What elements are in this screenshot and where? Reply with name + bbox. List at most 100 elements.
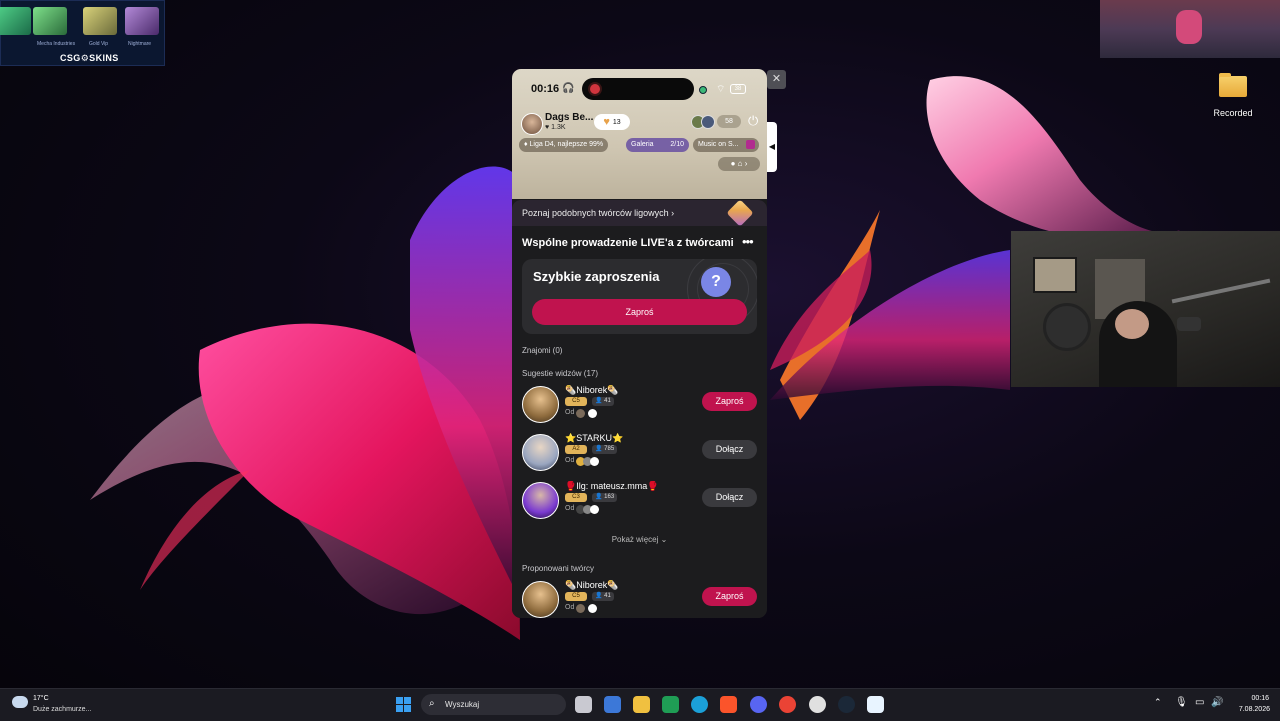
quick-invite-card: Szybkie zaproszenia ? Zaproś bbox=[522, 259, 757, 334]
user-avatar[interactable] bbox=[522, 581, 559, 618]
start-button[interactable] bbox=[396, 697, 411, 712]
follower-count: 👤 41 bbox=[592, 592, 614, 601]
record-icon bbox=[590, 84, 600, 94]
microphone-icon[interactable]: 🎙 bbox=[1175, 697, 1188, 708]
mic-arm bbox=[1171, 278, 1271, 304]
show-more-link[interactable]: Pokaż więcej ⌄ bbox=[512, 535, 767, 544]
viewer-avatar bbox=[701, 115, 715, 129]
viewer-count[interactable]: 58 bbox=[717, 115, 741, 128]
power-icon[interactable]: ⏻ bbox=[748, 113, 758, 129]
steam-icon[interactable] bbox=[838, 696, 855, 713]
chrome-icon[interactable] bbox=[779, 696, 796, 713]
join-button[interactable]: Dołącz bbox=[702, 440, 757, 459]
proposed-creators-label: Proponowani twórcy bbox=[522, 564, 595, 573]
join-button[interactable]: Dołącz bbox=[702, 488, 757, 507]
file-explorer-icon[interactable] bbox=[633, 696, 650, 713]
controls-pill[interactable]: ● ⌂ › bbox=[718, 157, 760, 171]
from-label: Od bbox=[565, 457, 575, 464]
user-avatar[interactable] bbox=[522, 386, 559, 423]
csgo-skins-logo: CSG⚙SKINS bbox=[60, 53, 119, 63]
follower-count: 👤 785 bbox=[592, 445, 618, 454]
discover-creators-bar[interactable]: Poznaj podobnych twórców ligowych › bbox=[512, 199, 767, 227]
live-preview: 00:16 🎧 ⌔ 38 Dags Be... ♥ 1.3K ♥ 13 58 ⏻ … bbox=[512, 69, 767, 199]
host-followers: ♥ 1.3K bbox=[545, 124, 566, 131]
weather-description[interactable]: Duże zachmurze... bbox=[33, 706, 91, 713]
user-name: 🌯Niborek🌯 bbox=[565, 385, 619, 395]
more-options-icon[interactable]: ••• bbox=[742, 234, 754, 249]
list-item: ⭐STARKU⭐ A2 👤 785 Od Dołącz bbox=[522, 432, 757, 472]
user-name: ⭐STARKU⭐ bbox=[565, 433, 624, 443]
quick-invite-title: Szybkie zaproszenia bbox=[533, 269, 660, 284]
skin-label: Nightmare bbox=[128, 41, 152, 47]
like-badge[interactable]: ♥ 13 bbox=[594, 114, 630, 130]
store-icon[interactable] bbox=[604, 696, 621, 713]
folder-icon bbox=[1219, 73, 1247, 97]
level-badge: C5 bbox=[565, 397, 587, 406]
invite-button[interactable]: Zaproś bbox=[532, 299, 747, 325]
person-face bbox=[1115, 309, 1149, 339]
list-item: 🥊Ilg: mateusz.mma🥊 C3 👤 163 Od Dołącz bbox=[522, 480, 757, 520]
battery-icon: 38 bbox=[730, 84, 746, 94]
follower-count-value: 41 bbox=[604, 593, 611, 599]
invite-button[interactable]: Zaproś bbox=[702, 392, 757, 411]
collapse-panel-icon[interactable]: ◀ bbox=[767, 122, 777, 172]
live-studio-icon[interactable] bbox=[867, 696, 884, 713]
user-avatar[interactable] bbox=[522, 482, 559, 519]
follower-count-value: 41 bbox=[604, 398, 611, 404]
search-input[interactable]: ⌕ Wyszukaj bbox=[421, 694, 566, 715]
brave-icon[interactable] bbox=[720, 696, 737, 713]
viewer-avatars[interactable] bbox=[691, 115, 717, 129]
excel-icon[interactable] bbox=[662, 696, 679, 713]
clock-time[interactable]: 00:16 bbox=[1245, 695, 1269, 702]
edge-icon[interactable] bbox=[691, 696, 708, 713]
from-label: Od bbox=[565, 604, 575, 611]
discover-label: Poznaj podobnych twórców ligowych › bbox=[522, 208, 675, 218]
from-label: Od bbox=[565, 409, 575, 416]
dynamic-island bbox=[582, 78, 694, 100]
list-item: 🌯Niborek🌯 C5 👤 41 Od Zaproś bbox=[522, 384, 757, 424]
chevron-up-icon[interactable]: ⌃ bbox=[1154, 697, 1162, 708]
skin-thumbnail bbox=[33, 7, 67, 35]
host-name[interactable]: Dags Be... bbox=[545, 112, 593, 123]
host-avatar[interactable] bbox=[521, 113, 543, 135]
csgo-skins-overlay: Mecha Industries Gold Vip Nightmare CSG⚙… bbox=[0, 0, 165, 66]
skin-thumbnail bbox=[0, 7, 31, 35]
user-avatar[interactable] bbox=[522, 434, 559, 471]
desktop-icon-recorded[interactable]: Recorded bbox=[1207, 73, 1259, 118]
sheet-title: Wspólne prowadzenie LIVE'a z twórcami bbox=[522, 237, 734, 249]
like-count: 13 bbox=[612, 118, 621, 126]
user-name: 🥊Ilg: mateusz.mma🥊 bbox=[565, 481, 659, 491]
show-more-label: Pokaż więcej bbox=[611, 535, 659, 544]
follower-count-value: 163 bbox=[604, 494, 615, 500]
skin-label: Gold Vip bbox=[89, 41, 109, 47]
host-followers-count: 1.3K bbox=[551, 124, 566, 131]
gallery-chip[interactable]: Galeria 2/10 bbox=[626, 138, 689, 152]
music-icon bbox=[746, 140, 755, 149]
weather-temperature[interactable]: 17°C bbox=[33, 695, 49, 702]
league-chip[interactable]: ♦ Liga D4, najlepsze 99% bbox=[519, 138, 609, 152]
volume-icon[interactable]: 🔊 bbox=[1211, 697, 1223, 708]
cohost-sheet: Wspólne prowadzenie LIVE'a z twórcami ••… bbox=[512, 226, 767, 618]
stream-thumbnail bbox=[1100, 0, 1280, 58]
level-badge: A2 bbox=[565, 445, 587, 454]
heart-icon: ♥ bbox=[603, 116, 610, 128]
display-icon[interactable]: ▭ bbox=[1195, 697, 1204, 708]
from-avatars bbox=[576, 409, 600, 418]
obs-icon[interactable] bbox=[809, 696, 826, 713]
fan bbox=[1043, 303, 1091, 351]
music-chip-label: Music on S... bbox=[698, 141, 739, 148]
search-icon: ⌕ bbox=[429, 698, 435, 709]
wall-picture bbox=[1033, 257, 1077, 293]
invite-button[interactable]: Zaproś bbox=[702, 587, 757, 606]
cloud-icon[interactable] bbox=[12, 696, 28, 708]
status-time: 00:16 bbox=[531, 83, 560, 95]
close-icon[interactable]: ✕ bbox=[767, 70, 786, 89]
from-avatars bbox=[576, 505, 600, 514]
discover-text: Poznaj podobnych twórców ligowych bbox=[522, 208, 669, 218]
music-chip[interactable]: Music on S... bbox=[693, 138, 759, 152]
camera-indicator-icon bbox=[699, 86, 707, 94]
task-view-icon[interactable] bbox=[575, 696, 592, 713]
discord-icon[interactable] bbox=[750, 696, 767, 713]
user-name: 🌯Niborek🌯 bbox=[565, 580, 619, 590]
clock-date[interactable]: 7.08.2026 bbox=[1226, 706, 1270, 713]
